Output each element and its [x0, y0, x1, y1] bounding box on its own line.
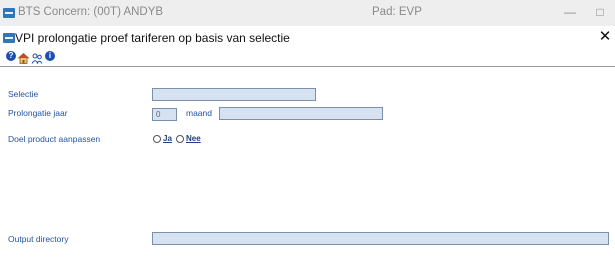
help-icon[interactable]: ?: [6, 51, 16, 61]
minimize-icon[interactable]: —: [560, 3, 580, 21]
dialog-title: VPI prolongatie proef tariferen op basis…: [15, 31, 290, 45]
maximize-icon[interactable]: □: [590, 3, 610, 21]
dialog-logo-icon: [3, 33, 15, 43]
radio-nee-label[interactable]: Nee: [186, 134, 201, 143]
doel-product-label: Doel product aanpassen: [8, 134, 101, 144]
output-directory-label: Output directory: [8, 234, 69, 244]
output-directory-input[interactable]: [152, 232, 609, 245]
window-title: BTS Concern: (00T) ANDYB: [18, 6, 164, 18]
radio-nee[interactable]: [176, 135, 184, 143]
radio-ja-label[interactable]: Ja: [163, 134, 172, 143]
prolongatie-jaar-input[interactable]: [152, 108, 177, 121]
selectie-label: Selectie: [8, 89, 39, 99]
pad-indicator: Pad: EVP: [372, 6, 422, 18]
close-icon[interactable]: ✕: [597, 28, 613, 46]
info-icon[interactable]: i: [45, 51, 55, 61]
prolongatie-jaar-label: Prolongatie jaar: [8, 108, 68, 118]
radio-ja[interactable]: [153, 135, 161, 143]
maand-input[interactable]: [219, 107, 383, 120]
app-logo-icon: [3, 8, 15, 18]
maand-label: maand: [186, 108, 212, 118]
selectie-input[interactable]: [152, 88, 316, 101]
people-icon[interactable]: [31, 51, 43, 64]
home-icon[interactable]: [17, 51, 30, 64]
header-divider: [0, 66, 615, 67]
